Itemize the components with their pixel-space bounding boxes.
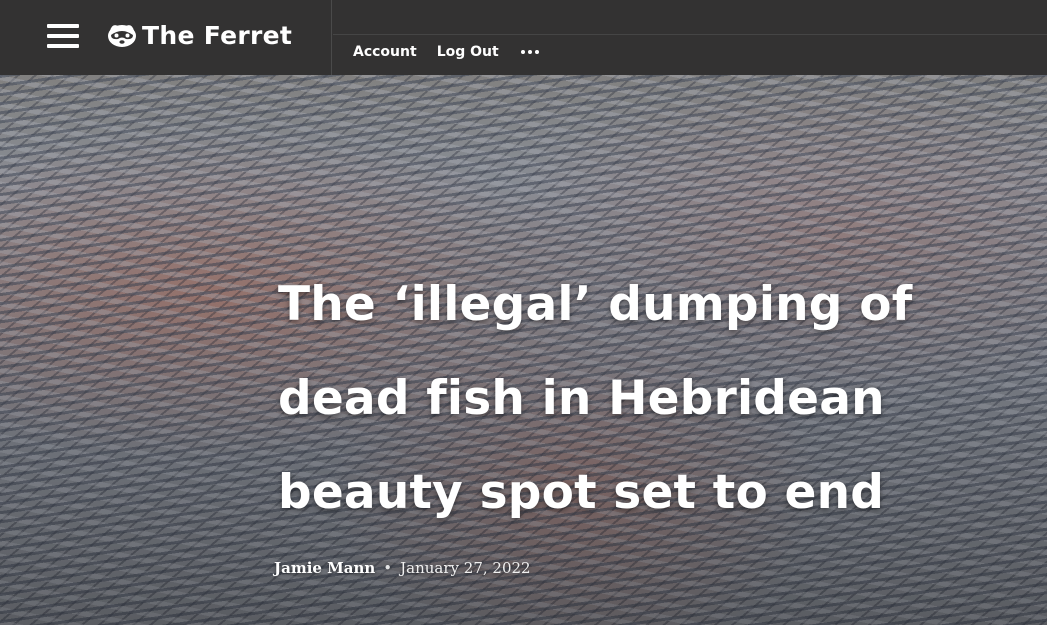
site-name: The Ferret: [142, 20, 293, 50]
site-header: The Ferret Account Log Out: [0, 0, 1047, 75]
byline-separator: •: [383, 559, 393, 577]
hamburger-menu-icon[interactable]: [47, 24, 79, 48]
brand-area: The Ferret: [0, 0, 332, 75]
author-link[interactable]: Jamie Mann: [274, 559, 375, 577]
account-link[interactable]: Account: [353, 44, 417, 60]
site-logo[interactable]: The Ferret: [106, 18, 292, 52]
article-hero: The ‘illegal’ dumping of dead fish in He…: [0, 75, 1047, 625]
header-divider: [333, 34, 1047, 35]
logout-link[interactable]: Log Out: [437, 44, 499, 60]
account-nav: Account Log Out: [353, 44, 539, 60]
publish-date: January 27, 2022: [400, 559, 531, 577]
header-nav-area: Account Log Out: [333, 0, 1047, 75]
more-dots-icon[interactable]: [520, 46, 539, 58]
article-byline: Jamie Mann • January 27, 2022: [274, 559, 531, 577]
article-title: The ‘illegal’ dumping of dead fish in He…: [278, 277, 913, 520]
ferret-logo-icon: [108, 25, 136, 47]
